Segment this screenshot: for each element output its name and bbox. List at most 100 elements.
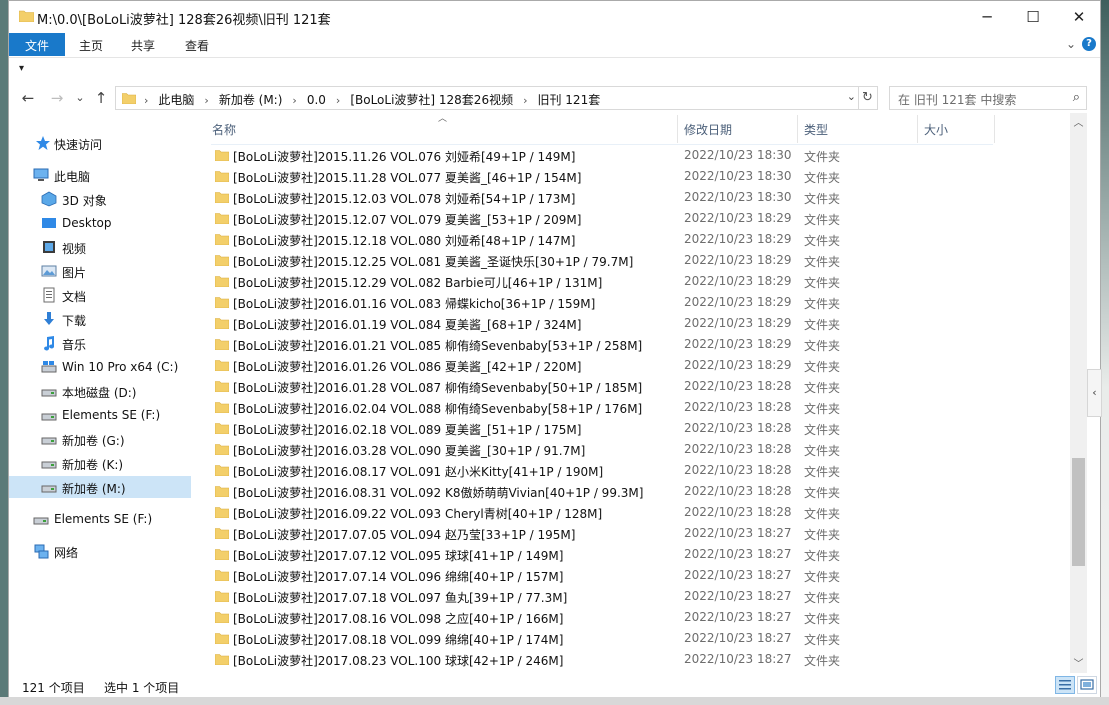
file-name[interactable]: [BoLoLi波萝社]2016.02.18 VOL.089 夏美酱_[51+1P… (233, 421, 581, 438)
file-name[interactable]: [BoLoLi波萝社]2016.01.28 VOL.087 柳侑绮Sevenba… (233, 379, 642, 396)
table-row[interactable]: [BoLoLi波萝社]2016.02.18 VOL.089 夏美酱_[51+1P… (194, 418, 1070, 439)
chevron-right-icon[interactable]: › (336, 94, 340, 107)
chevron-right-icon[interactable]: › (204, 94, 208, 107)
column-divider[interactable] (994, 115, 995, 143)
tab-view[interactable]: 查看 (175, 33, 219, 56)
tab-file[interactable]: 文件 (9, 33, 65, 56)
chevron-right-icon[interactable]: › (292, 94, 296, 107)
table-row[interactable]: [BoLoLi波萝社]2017.07.18 VOL.097 鱼丸[39+1P /… (194, 586, 1070, 607)
file-name[interactable]: [BoLoLi波萝社]2016.03.28 VOL.090 夏美酱_[30+1P… (233, 442, 585, 459)
table-row[interactable]: [BoLoLi波萝社]2017.08.16 VOL.098 之应[40+1P /… (194, 607, 1070, 628)
scrollbar-thumb[interactable] (1072, 458, 1085, 566)
breadcrumb-current[interactable]: 旧刊 121套 (537, 91, 600, 108)
breadcrumb-bololi[interactable]: [BoLoLi波萝社] 128套26视频 (350, 91, 513, 108)
file-name[interactable]: [BoLoLi波萝社]2016.09.22 VOL.093 Cheryl青树[4… (233, 505, 602, 522)
search-icon[interactable]: ⌕ (1073, 90, 1080, 105)
column-divider[interactable] (917, 115, 918, 143)
table-row[interactable]: [BoLoLi波萝社]2017.08.23 VOL.100 球球[42+1P /… (194, 649, 1070, 670)
column-name-header[interactable]: 名称 (212, 121, 236, 138)
table-row[interactable]: [BoLoLi波萝社]2015.12.29 VOL.082 Barbie可儿[4… (194, 271, 1070, 292)
nav-item[interactable]: 本地磁盘 (D:) (9, 380, 191, 402)
file-name[interactable]: [BoLoLi波萝社]2016.01.21 VOL.085 柳侑绮Sevenba… (233, 337, 642, 354)
file-name[interactable]: [BoLoLi波萝社]2017.08.16 VOL.098 之应[40+1P /… (233, 610, 563, 627)
details-view-button[interactable] (1055, 676, 1075, 694)
file-name[interactable]: [BoLoLi波萝社]2015.11.28 VOL.077 夏美酱_[46+1P… (233, 169, 581, 186)
column-type-header[interactable]: 类型 (804, 121, 828, 138)
file-name[interactable]: [BoLoLi波萝社]2015.12.29 VOL.082 Barbie可儿[4… (233, 274, 602, 291)
tab-home[interactable]: 主页 (69, 33, 113, 56)
scroll-up-icon[interactable]: ︿ (1070, 115, 1087, 132)
close-button[interactable]: ✕ (1056, 1, 1102, 32)
title-bar[interactable]: M:\0.0\[BoLoLi波萝社] 128套26视频\旧刊 121套 ─ ☐ … (9, 1, 1100, 32)
nav-item[interactable]: 文档 (9, 284, 191, 306)
nav-item[interactable]: 视频 (9, 236, 191, 258)
nav-item[interactable]: Win 10 Pro x64 (C:) (9, 356, 191, 378)
recent-locations-button[interactable]: ⌄ (69, 87, 91, 109)
table-row[interactable]: [BoLoLi波萝社]2016.01.28 VOL.087 柳侑绮Sevenba… (194, 376, 1070, 397)
column-date-header[interactable]: 修改日期 (684, 121, 732, 138)
file-name[interactable]: [BoLoLi波萝社]2017.08.18 VOL.099 绵绵[40+1P /… (233, 631, 563, 648)
column-divider[interactable] (677, 115, 678, 143)
nav-item[interactable]: 新加卷 (G:) (9, 428, 191, 450)
file-name[interactable]: [BoLoLi波萝社]2015.12.03 VOL.078 刘娅希[54+1P … (233, 190, 575, 207)
table-row[interactable]: [BoLoLi波萝社]2015.12.03 VOL.078 刘娅希[54+1P … (194, 187, 1070, 208)
file-name[interactable]: [BoLoLi波萝社]2015.12.18 VOL.080 刘娅希[48+1P … (233, 232, 575, 249)
file-name[interactable]: [BoLoLi波萝社]2016.02.04 VOL.088 柳侑绮Sevenba… (233, 400, 642, 417)
file-name[interactable]: [BoLoLi波萝社]2016.01.26 VOL.086 夏美酱_[42+1P… (233, 358, 581, 375)
address-bar[interactable]: › 此电脑 › 新加卷 (M:) › 0.0 › [BoLoLi波萝社] 128套26视频 › 旧… (115, 86, 859, 110)
breadcrumb-drive-m[interactable]: 新加卷 (M:) (219, 91, 283, 108)
file-name[interactable]: [BoLoLi波萝社]2017.07.05 VOL.094 赵乃莹[33+1P … (233, 526, 575, 543)
table-row[interactable]: [BoLoLi波萝社]2016.03.28 VOL.090 夏美酱_[30+1P… (194, 439, 1070, 460)
nav-item[interactable]: Elements SE (F:) (9, 508, 191, 530)
nav-item[interactable]: 音乐 (9, 332, 191, 354)
large-icons-view-button[interactable] (1077, 676, 1097, 694)
file-name[interactable]: [BoLoLi波萝社]2015.12.25 VOL.081 夏美酱_圣诞快乐[3… (233, 253, 633, 270)
table-row[interactable]: [BoLoLi波萝社]2016.01.26 VOL.086 夏美酱_[42+1P… (194, 355, 1070, 376)
nav-item[interactable]: 快速访问 (9, 132, 191, 154)
table-row[interactable]: [BoLoLi波萝社]2016.09.22 VOL.093 Cheryl青树[4… (194, 502, 1070, 523)
search-box[interactable]: 在 旧刊 121套 中搜索 ⌕ (889, 86, 1087, 110)
table-row[interactable]: [BoLoLi波萝社]2016.08.31 VOL.092 K8傲娇萌萌Vivi… (194, 481, 1070, 502)
file-name[interactable]: [BoLoLi波萝社]2017.07.12 VOL.095 球球[41+1P /… (233, 547, 563, 564)
breadcrumb-0-0[interactable]: 0.0 (307, 93, 326, 107)
file-name[interactable]: [BoLoLi波萝社]2015.11.26 VOL.076 刘娅希[49+1P … (233, 148, 575, 165)
table-row[interactable]: [BoLoLi波萝社]2015.12.18 VOL.080 刘娅希[48+1P … (194, 229, 1070, 250)
table-row[interactable]: [BoLoLi波萝社]2015.11.28 VOL.077 夏美酱_[46+1P… (194, 166, 1070, 187)
table-row[interactable]: [BoLoLi波萝社]2015.12.25 VOL.081 夏美酱_圣诞快乐[3… (194, 250, 1070, 271)
table-row[interactable]: [BoLoLi波萝社]2017.07.14 VOL.096 绵绵[40+1P /… (194, 565, 1070, 586)
nav-item[interactable]: Desktop (9, 212, 191, 234)
vertical-scrollbar[interactable]: ︿ ﹀ (1070, 113, 1087, 673)
maximize-button[interactable]: ☐ (1010, 1, 1056, 32)
nav-item[interactable]: 下载 (9, 308, 191, 330)
tab-share[interactable]: 共享 (121, 33, 165, 56)
scroll-down-icon[interactable]: ﹀ (1070, 656, 1087, 673)
expand-ribbon-icon[interactable]: ⌄ (1066, 37, 1076, 51)
nav-item[interactable]: 图片 (9, 260, 191, 282)
file-name[interactable]: [BoLoLi波萝社]2016.01.19 VOL.084 夏美酱_[68+1P… (233, 316, 581, 333)
preview-pane-toggle[interactable]: ‹ (1087, 369, 1102, 417)
minimize-button[interactable]: ─ (964, 1, 1010, 32)
up-button[interactable]: ↑ (90, 87, 112, 109)
table-row[interactable]: [BoLoLi波萝社]2016.01.21 VOL.085 柳侑绮Sevenba… (194, 334, 1070, 355)
file-name[interactable]: [BoLoLi波萝社]2017.07.18 VOL.097 鱼丸[39+1P /… (233, 589, 567, 606)
back-button[interactable]: ← (17, 87, 39, 109)
refresh-button[interactable]: ↻ (858, 86, 878, 110)
file-name[interactable]: [BoLoLi波萝社]2017.08.23 VOL.100 球球[42+1P /… (233, 652, 563, 669)
table-row[interactable]: [BoLoLi波萝社]2017.07.12 VOL.095 球球[41+1P /… (194, 544, 1070, 565)
help-icon[interactable]: ? (1082, 37, 1096, 51)
file-name[interactable]: [BoLoLi波萝社]2016.08.17 VOL.091 赵小米Kitty[4… (233, 463, 603, 480)
address-dropdown-icon[interactable]: ⌄ (847, 90, 856, 103)
nav-item[interactable]: 新加卷 (M:) (9, 476, 191, 498)
file-name[interactable]: [BoLoLi波萝社]2015.12.07 VOL.079 夏美酱_[53+1P… (233, 211, 581, 228)
file-name[interactable]: [BoLoLi波萝社]2016.01.16 VOL.083 帰蝶kicho[36… (233, 295, 595, 312)
nav-item[interactable]: 此电脑 (9, 164, 191, 186)
nav-item[interactable]: 新加卷 (K:) (9, 452, 191, 474)
table-row[interactable]: [BoLoLi波萝社]2015.12.07 VOL.079 夏美酱_[53+1P… (194, 208, 1070, 229)
file-name[interactable]: [BoLoLi波萝社]2017.07.14 VOL.096 绵绵[40+1P /… (233, 568, 563, 585)
column-size-header[interactable]: 大小 (924, 121, 948, 138)
table-row[interactable]: [BoLoLi波萝社]2016.01.16 VOL.083 帰蝶kicho[36… (194, 292, 1070, 313)
chevron-right-icon[interactable]: › (523, 94, 527, 107)
nav-item[interactable]: 3D 对象 (9, 188, 191, 210)
table-row[interactable]: [BoLoLi波萝社]2017.07.05 VOL.094 赵乃莹[33+1P … (194, 523, 1070, 544)
table-row[interactable]: [BoLoLi波萝社]2017.08.18 VOL.099 绵绵[40+1P /… (194, 628, 1070, 649)
